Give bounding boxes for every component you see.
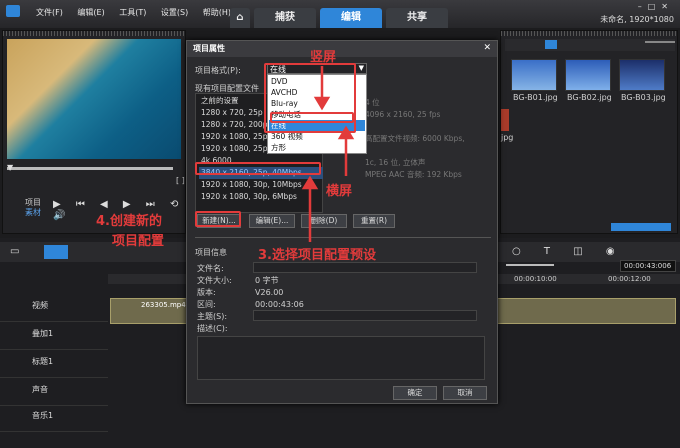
- tab-share[interactable]: 共享: [386, 8, 448, 28]
- track-label: 音乐1: [32, 411, 54, 420]
- info-header: 项目信息: [195, 248, 227, 257]
- delete-profile-button[interactable]: 删除(D): [301, 214, 347, 228]
- format-label: 项目格式(P):: [195, 66, 241, 75]
- track-music[interactable]: 音乐1: [0, 406, 108, 432]
- title-bar: 文件(F) 编辑(E) 工具(T) 设置(S) 帮助(H) ⌂ 捕获 编辑 共享…: [0, 0, 680, 28]
- player-panel: ▼ 项目 素材 ▶ ⏮ ◀ ▶ ⏭ ⟲ 🔊: [2, 30, 186, 234]
- profile-details: 4 位 4096 x 2160, 25 fps 高配置文件视频: 6000 Kbps…: [365, 98, 465, 179]
- project-status: 未命名, 1920*1080: [600, 15, 674, 24]
- menu-help[interactable]: 帮助(H): [203, 7, 231, 18]
- info-row: 文件大小: 0 字节: [197, 275, 493, 287]
- scrub-handle[interactable]: ▼: [7, 163, 13, 172]
- chevron-down-icon: ▼: [358, 64, 364, 72]
- storyboard-icon[interactable]: ▭: [10, 246, 19, 257]
- track-label: 声音: [32, 385, 48, 394]
- info-key: 主题(S):: [197, 312, 228, 321]
- library-footer-icons[interactable]: [611, 223, 671, 231]
- app-logo: [6, 5, 20, 17]
- thumb-size-slider[interactable]: [645, 41, 675, 43]
- info-row: 描述(C):: [197, 323, 493, 335]
- close-icon[interactable]: ✕: [483, 43, 491, 53]
- menu-file[interactable]: 文件(F): [36, 7, 63, 18]
- timecode-left: [ ]: [176, 176, 185, 185]
- library-toolbar: [505, 39, 675, 51]
- info-key: 描述(C):: [197, 324, 228, 333]
- tab-capture[interactable]: 捕获: [254, 8, 316, 28]
- annotation-step3: 3.选择项目配置预设: [258, 248, 376, 263]
- clip-label[interactable]: 素材: [25, 207, 41, 218]
- home-tab[interactable]: ⌂: [230, 8, 250, 28]
- tool-icons[interactable]: ○ T ◫ ◉: [512, 246, 625, 257]
- menu-edit[interactable]: 编辑(E): [77, 7, 104, 18]
- info-key: 文件大小:: [197, 276, 232, 285]
- thumbnail-label: BG-B03.jpg: [621, 93, 666, 102]
- track-voice[interactable]: 声音: [0, 380, 108, 406]
- annotation-portrait: 竖屏: [310, 50, 337, 65]
- thumbnail-bg-b03[interactable]: [619, 59, 665, 91]
- ruler-tick: 00:00:12:00: [608, 275, 651, 283]
- format-option[interactable]: 方形: [269, 142, 365, 153]
- highlight-profile: [195, 162, 321, 175]
- info-key: 区间:: [197, 300, 216, 309]
- thumbnail-partial[interactable]: [501, 109, 509, 131]
- annotation-step4-line2: 项目配置: [112, 234, 165, 249]
- ruler-tick: 00:00:10:00: [514, 275, 557, 283]
- track-label: 标题1: [32, 357, 54, 366]
- dialog-title: 项目属性: [187, 41, 497, 57]
- description-field[interactable]: [197, 336, 485, 380]
- clip-name: 263305.mp4: [141, 301, 186, 309]
- filename-field[interactable]: [253, 262, 477, 273]
- info-value: V26.00: [255, 288, 284, 297]
- menu-bar: 文件(F) 编辑(E) 工具(T) 设置(S) 帮助(H): [36, 7, 243, 18]
- subject-field[interactable]: [253, 310, 477, 321]
- zoom-slider[interactable]: [506, 264, 554, 266]
- scrub-bar[interactable]: [7, 167, 173, 170]
- profile-item[interactable]: 1920 x 1080, 30p, 10Mbps: [199, 179, 323, 191]
- thumbnail-label: BG-B01.jpg: [513, 93, 558, 102]
- thumbnail-label-partial: jpg: [501, 133, 514, 142]
- edit-profile-button[interactable]: 编辑(E)...: [249, 214, 295, 228]
- menu-tools[interactable]: 工具(T): [119, 7, 146, 18]
- thumbnail-label: BG-B02.jpg: [567, 93, 612, 102]
- timeline-view-icon[interactable]: [44, 245, 68, 259]
- reset-profile-button[interactable]: 重置(R): [353, 214, 395, 228]
- highlight-new-button: [195, 211, 241, 227]
- timecode-display[interactable]: 00:00:43:006: [620, 260, 676, 272]
- info-row: 版本: V26.00: [197, 287, 493, 299]
- track-video[interactable]: 视频: [0, 296, 108, 322]
- ok-button[interactable]: 确定: [393, 386, 437, 400]
- cancel-button[interactable]: 取消: [443, 386, 487, 400]
- grid-view-icon[interactable]: [545, 40, 557, 49]
- track-label: 叠加1: [32, 329, 54, 338]
- track-title[interactable]: 标题1: [0, 352, 108, 378]
- preview-video: [7, 39, 181, 159]
- info-value: 0 字节: [255, 276, 279, 285]
- thumbnail-bg-b02[interactable]: [565, 59, 611, 91]
- library-panel: BG-B01.jpg BG-B02.jpg BG-B03.jpg jpg: [500, 30, 678, 234]
- profile-item[interactable]: 1920 x 1080, 30p, 6Mbps: [199, 191, 323, 203]
- annotation-landscape: 横屏: [326, 184, 353, 199]
- annotation-step4: 4.创建新的: [96, 214, 162, 229]
- track-overlay[interactable]: 叠加1: [0, 324, 108, 350]
- track-label: 视频: [32, 301, 48, 310]
- tab-edit[interactable]: 编辑: [320, 8, 382, 28]
- window-controls[interactable]: –□✕: [638, 2, 674, 11]
- divider: [195, 237, 491, 238]
- info-key: 文件名:: [197, 264, 224, 273]
- info-key: 版本:: [197, 288, 216, 297]
- menu-settings[interactable]: 设置(S): [161, 7, 188, 18]
- thumbnail-bg-b01[interactable]: [511, 59, 557, 91]
- highlight-dropdown: [264, 63, 356, 133]
